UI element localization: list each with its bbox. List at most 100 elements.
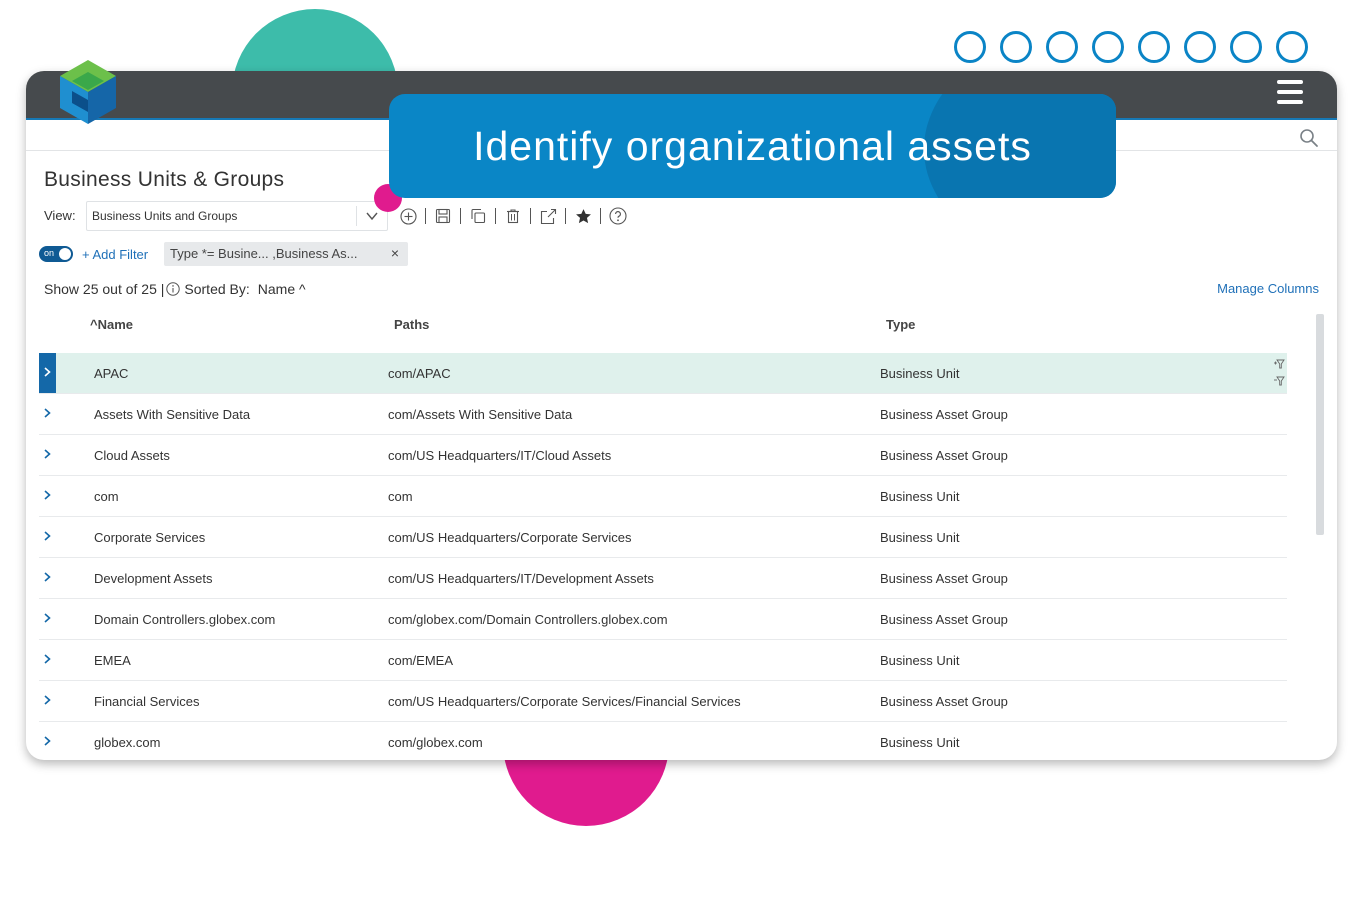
ring-decoration <box>954 31 986 63</box>
cell-name: com <box>94 489 119 504</box>
ring-decoration <box>1092 31 1124 63</box>
filter-chip-text: Type *= Busine... ,Business As... <box>170 246 358 261</box>
ring-decoration <box>1276 31 1308 63</box>
table-scrollbar[interactable] <box>1316 314 1324 535</box>
table-row[interactable]: Financial Services com/US Headquarters/C… <box>39 681 1287 722</box>
expand-row-button[interactable] <box>39 640 56 680</box>
callout-banner: Identify organizational assets <box>389 94 1116 198</box>
table-body: APAC com/APAC Business Unit Assets With … <box>39 353 1287 760</box>
table-row[interactable]: Assets With Sensitive Data com/Assets Wi… <box>39 394 1287 435</box>
expand-row-button[interactable] <box>39 681 56 721</box>
page-title: Business Units & Groups <box>44 168 285 191</box>
ring-decoration <box>1046 31 1078 63</box>
expand-row-button[interactable] <box>39 558 56 598</box>
table-row[interactable]: Domain Controllers.globex.com com/globex… <box>39 599 1287 640</box>
copy-icon[interactable] <box>468 206 488 226</box>
cell-type: Business Asset Group <box>880 407 1008 422</box>
filter-chip[interactable]: Type *= Busine... ,Business As... × <box>164 242 408 266</box>
column-header-type[interactable]: Type <box>886 317 915 332</box>
cell-name: EMEA <box>94 653 131 668</box>
star-icon[interactable] <box>573 206 593 226</box>
cell-type: Business Unit <box>880 735 960 750</box>
cell-type: Business Asset Group <box>880 571 1008 586</box>
toolbar-separator <box>565 208 566 224</box>
sorted-by-label: Sorted By: <box>184 281 250 297</box>
ring-decoration <box>1230 31 1262 63</box>
cell-name: Domain Controllers.globex.com <box>94 612 276 627</box>
expand-row-button[interactable] <box>39 476 56 516</box>
cell-path: com/globex.com/Domain Controllers.globex… <box>388 612 668 627</box>
toolbar-separator <box>425 208 426 224</box>
table-row[interactable]: Corporate Services com/US Headquarters/C… <box>39 517 1287 558</box>
cell-type: Business Asset Group <box>880 694 1008 709</box>
help-icon[interactable] <box>608 206 628 226</box>
ring-row-decoration <box>954 31 1308 63</box>
expand-row-button[interactable] <box>39 394 56 434</box>
cell-path: com/US Headquarters/IT/Cloud Assets <box>388 448 612 463</box>
table-row[interactable]: APAC com/APAC Business Unit <box>39 353 1287 394</box>
view-select-divider <box>356 206 357 226</box>
add-filter-button[interactable]: + Add Filter <box>82 247 148 262</box>
results-status: Show 25 out of 25 | Sorted By: Name ^ <box>44 281 306 297</box>
add-circle-icon[interactable] <box>398 206 418 226</box>
hamburger-menu-icon[interactable] <box>1277 80 1303 106</box>
toolbar-separator <box>530 208 531 224</box>
cell-type: Business Unit <box>880 489 960 504</box>
row-filter-icon[interactable] <box>1273 358 1285 388</box>
expand-row-button[interactable] <box>39 599 56 639</box>
expand-row-button[interactable] <box>39 517 56 557</box>
view-select-value: Business Units and Groups <box>92 209 238 223</box>
cell-name: Corporate Services <box>94 530 206 545</box>
expand-row-button[interactable] <box>39 435 56 475</box>
cell-path: com/Assets With Sensitive Data <box>388 407 573 422</box>
table-row[interactable]: EMEA com/EMEA Business Unit <box>39 640 1287 681</box>
manage-columns-link[interactable]: Manage Columns <box>1217 281 1319 296</box>
cell-name: APAC <box>94 366 129 381</box>
expand-row-button[interactable] <box>39 722 56 760</box>
save-icon[interactable] <box>433 206 453 226</box>
cell-name: Cloud Assets <box>94 448 170 463</box>
share-icon[interactable] <box>538 206 558 226</box>
table-row[interactable]: Cloud Assets com/US Headquarters/IT/Clou… <box>39 435 1287 476</box>
toggle-knob <box>59 248 71 260</box>
callout-banner-text: Identify organizational assets <box>473 122 1032 169</box>
cell-path: com/US Headquarters/IT/Development Asset… <box>388 571 654 586</box>
toolbar-separator <box>460 208 461 224</box>
toolbar-separator <box>600 208 601 224</box>
column-header-paths[interactable]: Paths <box>394 317 429 332</box>
cell-path: com <box>388 489 413 504</box>
table-row[interactable]: globex.com com/globex.com Business Unit <box>39 722 1287 760</box>
toolbar-separator <box>495 208 496 224</box>
cell-type: Business Asset Group <box>880 448 1008 463</box>
table-row[interactable]: Development Assets com/US Headquarters/I… <box>39 558 1287 599</box>
cell-name: globex.com <box>94 735 161 750</box>
filter-toggle[interactable]: on <box>39 246 73 262</box>
cell-name: Financial Services <box>94 694 200 709</box>
view-label: View: <box>44 208 76 223</box>
results-count: Show 25 out of 25 | <box>44 281 165 297</box>
column-header-name[interactable]: ^Name <box>90 317 133 332</box>
table-row[interactable]: com com Business Unit <box>39 476 1287 517</box>
ring-decoration <box>1000 31 1032 63</box>
cell-path: com/EMEA <box>388 653 454 668</box>
cell-path: com/APAC <box>388 366 451 381</box>
view-select[interactable]: Business Units and Groups <box>86 201 388 231</box>
expand-row-button[interactable] <box>39 353 56 393</box>
view-toolbar <box>398 205 628 227</box>
cell-name: Development Assets <box>94 571 213 586</box>
app-logo-icon <box>60 60 116 124</box>
cell-path: com/globex.com <box>388 735 483 750</box>
cell-path: com/US Headquarters/Corporate Services/F… <box>388 694 741 709</box>
chevron-down-icon[interactable] <box>364 208 380 224</box>
trash-icon[interactable] <box>503 206 523 226</box>
cell-type: Business Asset Group <box>880 612 1008 627</box>
info-icon[interactable] <box>166 282 181 296</box>
cell-type: Business Unit <box>880 653 960 668</box>
cell-path: com/US Headquarters/Corporate Services <box>388 530 632 545</box>
cell-type: Business Unit <box>880 530 960 545</box>
close-icon[interactable]: × <box>391 245 399 261</box>
ring-decoration <box>1184 31 1216 63</box>
sort-field[interactable]: Name ^ <box>258 281 306 297</box>
ring-decoration <box>1138 31 1170 63</box>
search-icon[interactable] <box>1299 128 1319 148</box>
